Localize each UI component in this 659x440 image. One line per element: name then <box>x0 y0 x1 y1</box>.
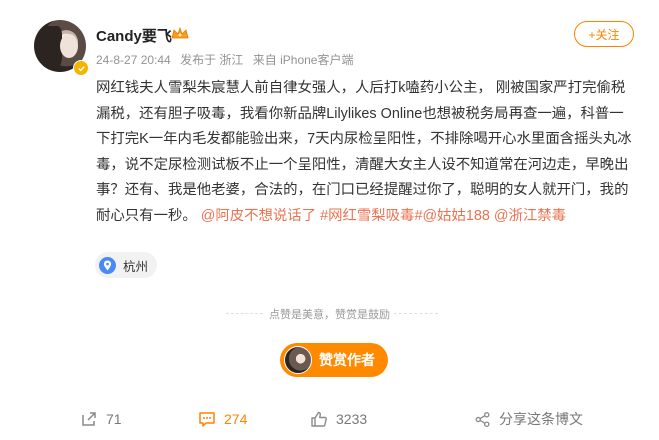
reward-button-label: 赞赏作者 <box>319 352 375 368</box>
verified-badge-icon <box>73 60 89 76</box>
repost-button[interactable]: 71 <box>80 402 122 436</box>
reward-author-button[interactable]: 赞赏作者 <box>280 343 388 377</box>
mention-link[interactable]: @浙江禁毒 <box>494 208 566 224</box>
mention-link[interactable]: @阿皮不想说话了 <box>201 208 316 224</box>
post-content: 网红钱夫人雪梨朱宸慧人前自律女强人，人后打k嗑药小公主， 刚被国家严打完偷税漏税… <box>96 76 636 230</box>
mention-link[interactable]: @姑姑188 <box>422 208 489 224</box>
repost-icon <box>82 412 96 426</box>
post-source: 来自 iPhone客户端 <box>252 53 354 67</box>
share-button[interactable]: 分享这条博文 <box>474 402 583 436</box>
hashtag-link[interactable]: #网红雪梨吸毒# <box>320 208 422 224</box>
post-meta: 24-8-27 20:44 发布于 浙江 来自 iPhone客户端 <box>96 51 359 68</box>
published-location: 发布于 浙江 <box>180 53 244 67</box>
share-icon <box>475 411 490 427</box>
post-date[interactable]: 24-8-27 20:44 <box>96 53 171 67</box>
follow-button[interactable]: +关注 <box>574 21 634 47</box>
crown-icon <box>171 27 189 39</box>
reward-avatar <box>284 346 312 374</box>
comment-button[interactable]: 274 <box>198 402 247 436</box>
post-text: 网红钱夫人雪梨朱宸慧人前自律女强人，人后打k嗑药小公主， 刚被国家严打完偷税漏税… <box>96 80 632 224</box>
location-tag[interactable]: 杭州 <box>95 252 158 278</box>
reward-divider-text: 点赞是美意，赞赏是鼓励 <box>265 309 394 321</box>
location-label: 杭州 <box>123 259 149 274</box>
like-button[interactable]: 3233 <box>310 402 367 436</box>
reward-divider: 点赞是美意，赞赏是鼓励 <box>0 306 659 321</box>
location-pin-icon <box>99 256 116 274</box>
username[interactable]: Candy要飞 <box>96 25 172 46</box>
comment-count: 274 <box>224 411 248 427</box>
like-count: 3233 <box>336 411 368 427</box>
like-icon <box>311 411 327 427</box>
repost-count: 71 <box>106 411 122 427</box>
comment-icon <box>199 412 215 427</box>
action-bar: 71 274 3233 分享这条博文 <box>0 402 659 436</box>
share-label: 分享这条博文 <box>499 411 583 427</box>
